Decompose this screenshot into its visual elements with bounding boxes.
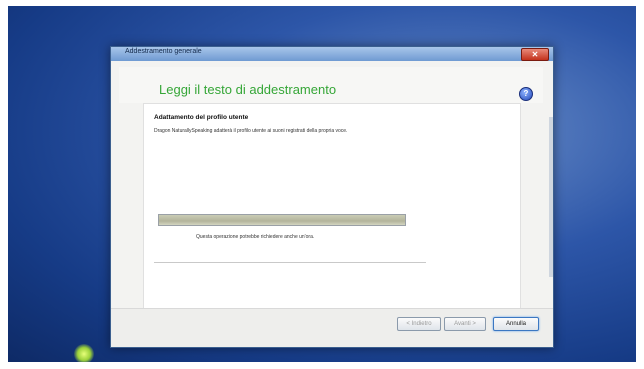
cancel-button[interactable]: Annulla <box>493 317 539 331</box>
description-text: Dragon NaturallySpeaking adatterà il pro… <box>154 128 348 134</box>
next-button[interactable]: Avanti > <box>444 317 486 331</box>
dialog-footer: < Indietro Avanti > Annulla <box>111 308 553 347</box>
content-panel: Adattamento del profilo utente Dragon Na… <box>143 103 521 311</box>
divider <box>154 262 426 263</box>
progress-fill <box>159 215 405 225</box>
duration-note: Questa operazione potrebbe richiedere an… <box>196 234 315 240</box>
leaf-glow-icon <box>74 344 94 362</box>
page-heading: Leggi il testo di addestramento <box>159 82 337 97</box>
close-button[interactable]: ✕ <box>521 48 549 61</box>
desktop-background: Addestramento generale ✕ Leggi il testo … <box>8 6 636 362</box>
title-bar: Addestramento generale ✕ <box>111 47 553 61</box>
window-title: Addestramento generale <box>125 48 202 55</box>
section-title: Adattamento del profilo utente <box>154 114 249 121</box>
help-icon[interactable]: ? <box>519 87 533 101</box>
dialog-header: Leggi il testo di addestramento <box>119 67 543 103</box>
progress-bar <box>158 214 406 226</box>
training-dialog: Addestramento generale ✕ Leggi il testo … <box>110 46 554 348</box>
scrollbar[interactable] <box>549 117 553 277</box>
close-icon: ✕ <box>531 50 539 59</box>
back-button[interactable]: < Indietro <box>397 317 441 331</box>
